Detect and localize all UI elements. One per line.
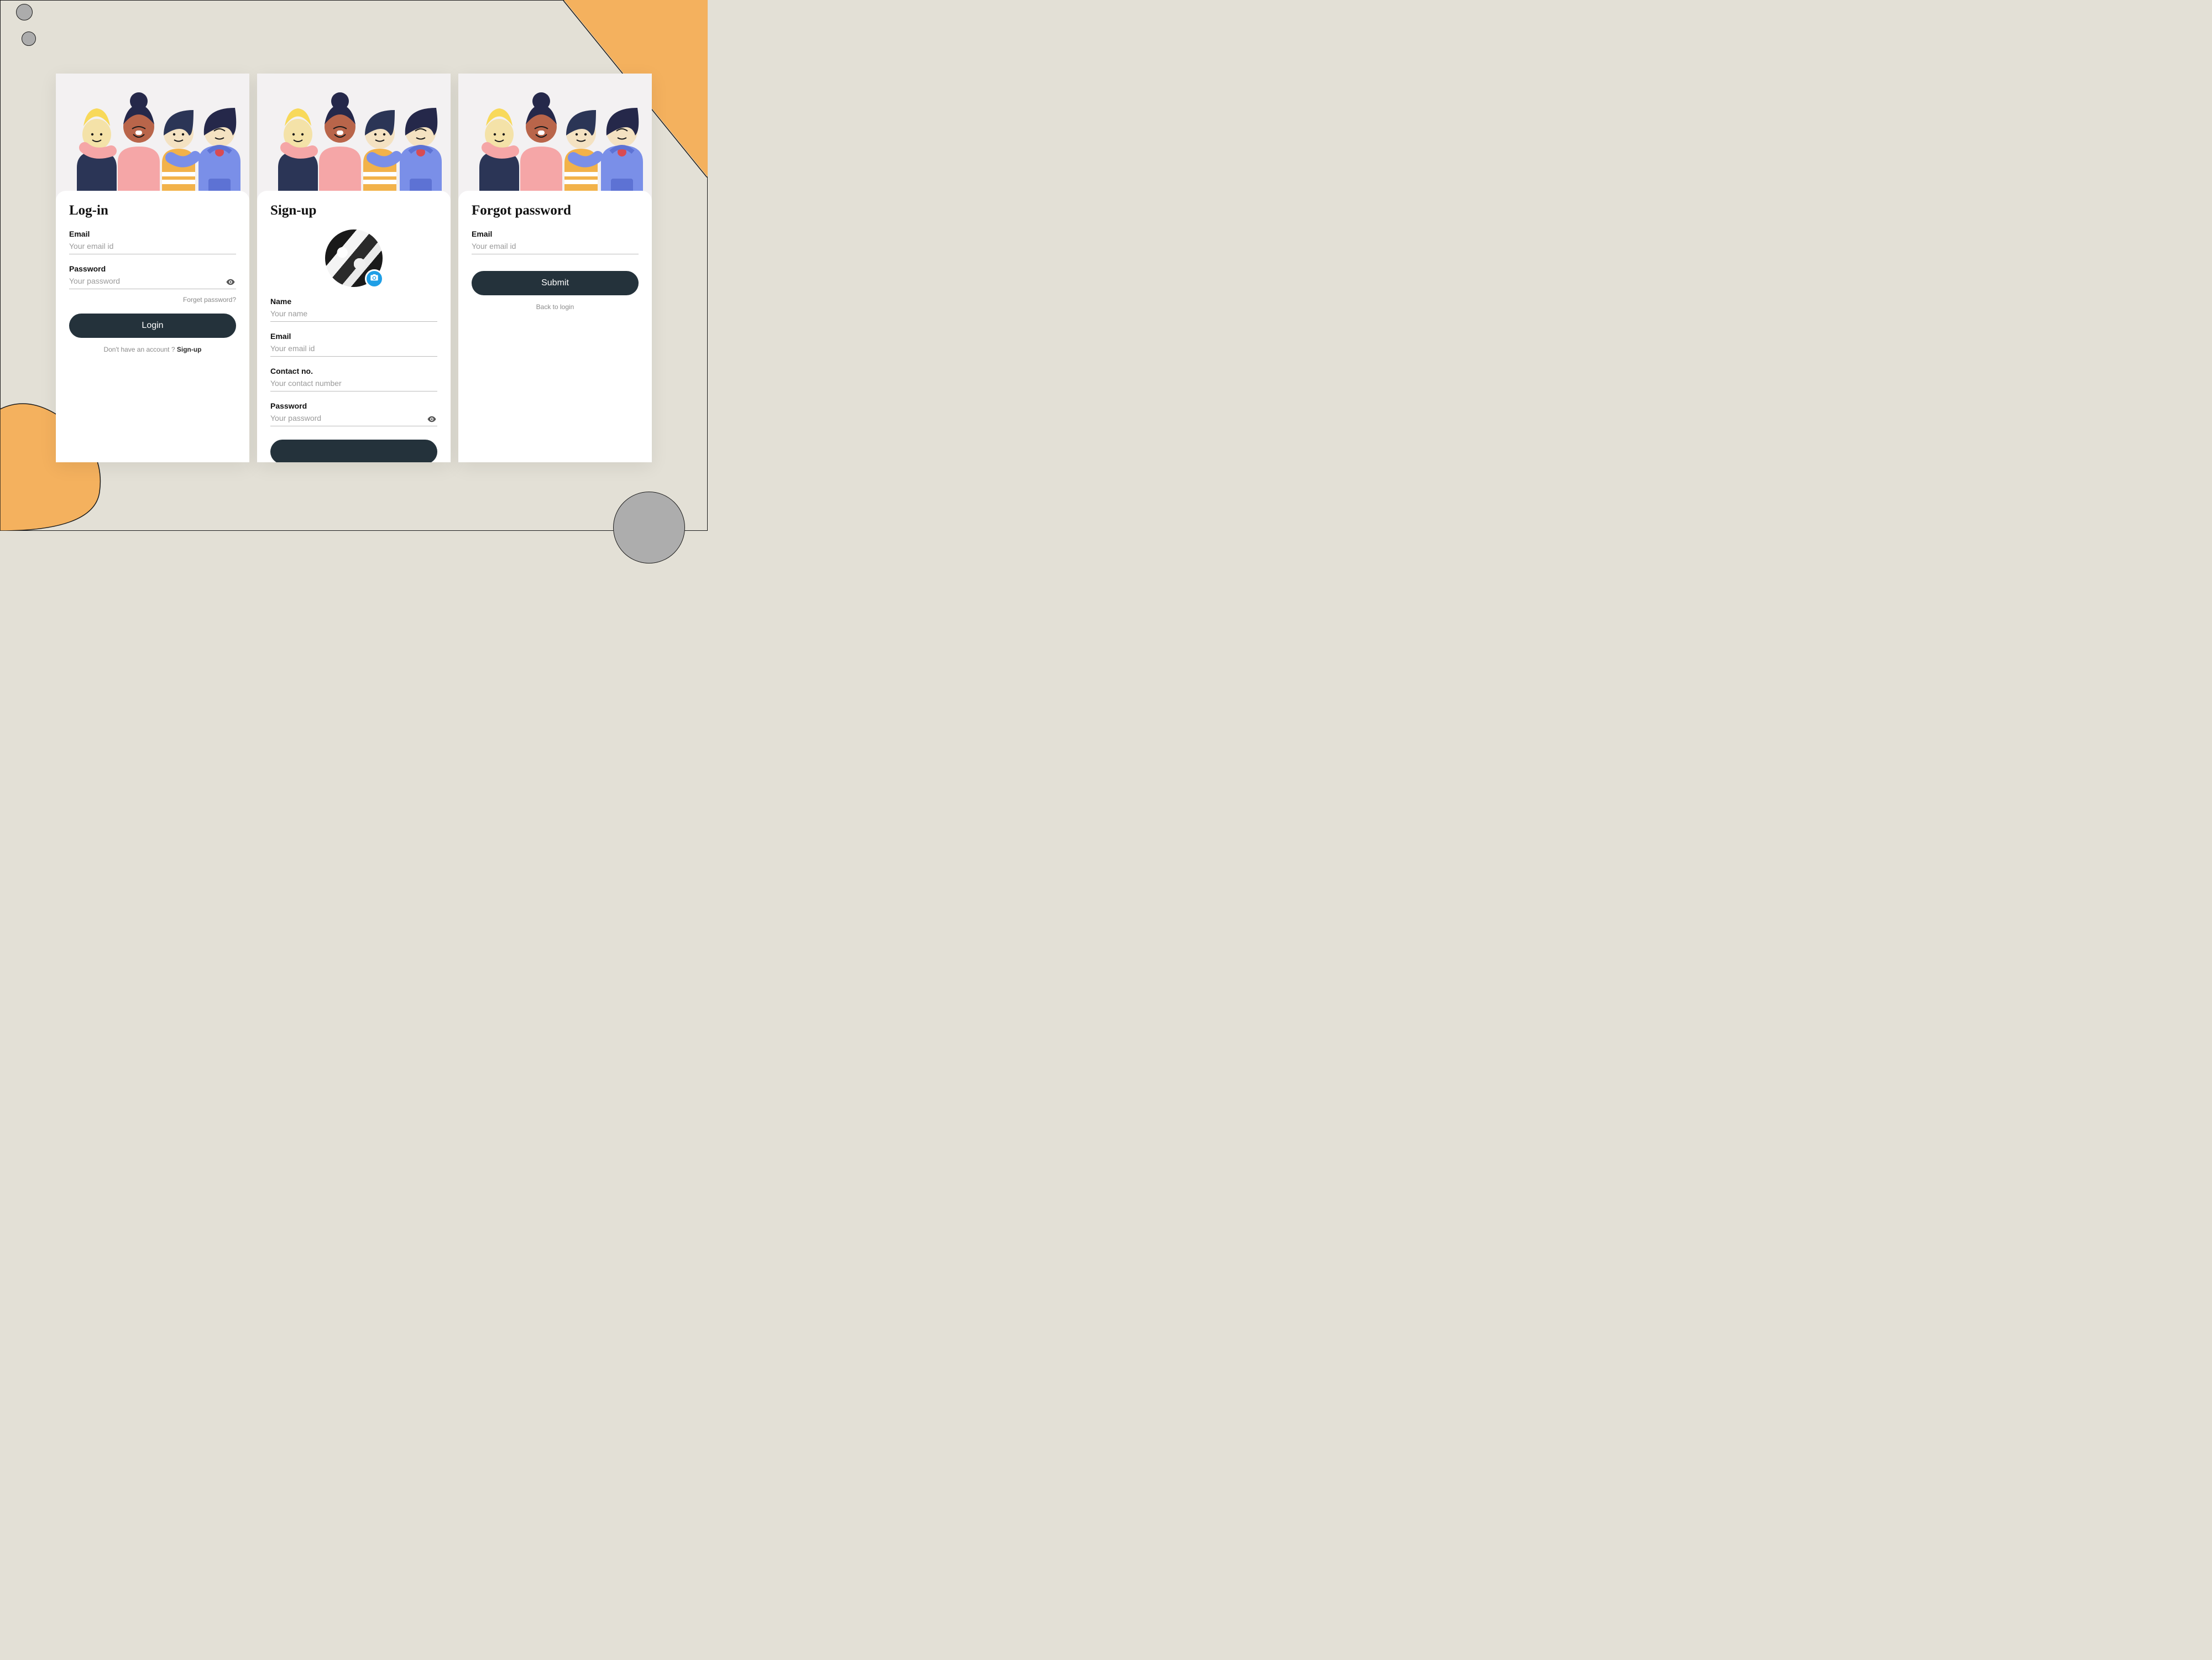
camera-icon — [370, 273, 379, 285]
forgot-email-field: Email — [472, 229, 639, 254]
signup-link[interactable]: Sign-up — [177, 346, 202, 353]
signup-prompt-text: Don't have an account ? — [103, 346, 176, 353]
avatar-picker — [325, 229, 383, 287]
signup-button[interactable] — [270, 440, 437, 462]
forgot-sheet: Forgot password Email Submit Back to log… — [458, 191, 652, 462]
signup-email-input[interactable] — [270, 343, 437, 357]
login-title: Log-in — [69, 203, 236, 218]
login-button[interactable]: Login — [69, 314, 236, 338]
forgot-email-label: Email — [472, 229, 639, 238]
back-to-login-link[interactable]: Back to login — [472, 303, 639, 311]
screen-forgot: Forgot password Email Submit Back to log… — [458, 74, 652, 462]
login-email-input[interactable] — [69, 241, 236, 254]
forgot-title: Forgot password — [472, 203, 639, 218]
signup-name-label: Name — [270, 297, 437, 306]
login-password-input[interactable] — [69, 275, 225, 289]
screen-signup: Sign-up Name Email Contact no. — [257, 74, 451, 462]
signup-title: Sign-up — [270, 203, 437, 218]
signup-password-field: Password — [270, 401, 437, 426]
hero-illustration — [257, 74, 451, 201]
eye-icon[interactable] — [426, 414, 437, 425]
signup-sheet: Sign-up Name Email Contact no. — [257, 191, 451, 462]
signup-contact-input[interactable] — [270, 378, 437, 391]
bg-dot-2 — [22, 32, 36, 46]
submit-button[interactable]: Submit — [472, 271, 639, 295]
signup-name-input[interactable] — [270, 308, 437, 322]
login-sheet: Log-in Email Password Forget password? L… — [56, 191, 249, 462]
forgot-password-link[interactable]: Forget password? — [69, 296, 236, 304]
bg-dot-bottom-right — [613, 492, 685, 563]
screens-row: Log-in Email Password Forget password? L… — [56, 74, 652, 462]
bg-dot-1 — [16, 4, 33, 20]
login-password-field: Password — [69, 264, 236, 289]
screen-login: Log-in Email Password Forget password? L… — [56, 74, 249, 462]
signup-contact-label: Contact no. — [270, 367, 437, 375]
signup-prompt: Don't have an account ? Sign-up — [69, 346, 236, 353]
camera-button[interactable] — [365, 269, 384, 288]
signup-contact-field: Contact no. — [270, 367, 437, 391]
signup-name-field: Name — [270, 297, 437, 322]
login-password-label: Password — [69, 264, 236, 273]
eye-icon[interactable] — [225, 276, 236, 288]
signup-email-field: Email — [270, 332, 437, 357]
forgot-email-input[interactable] — [472, 241, 639, 254]
signup-email-label: Email — [270, 332, 437, 341]
hero-illustration — [56, 74, 249, 201]
signup-password-label: Password — [270, 401, 437, 410]
login-email-label: Email — [69, 229, 236, 238]
login-email-field: Email — [69, 229, 236, 254]
signup-password-input[interactable] — [270, 413, 426, 426]
hero-illustration — [458, 74, 652, 201]
